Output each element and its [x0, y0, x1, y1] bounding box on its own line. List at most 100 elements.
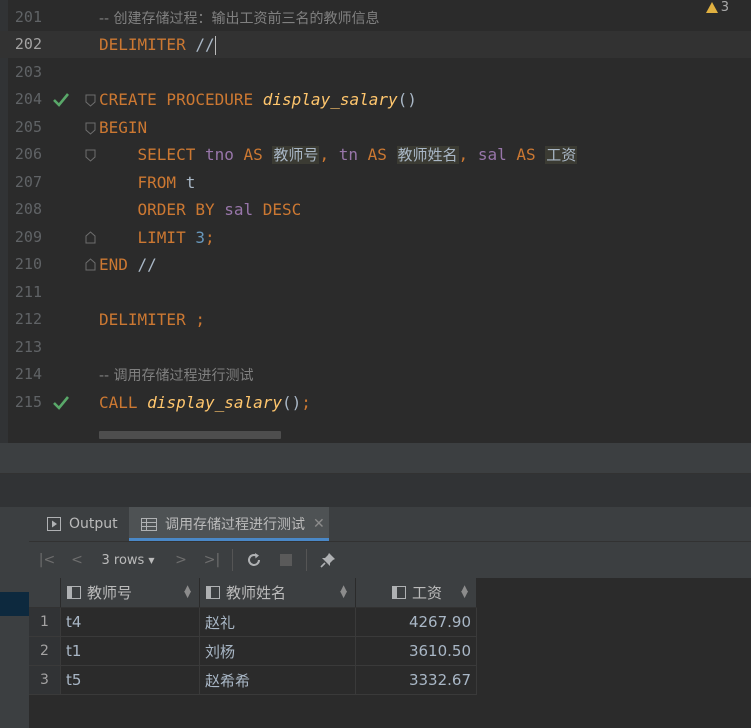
cell-tno[interactable]: t5: [60, 665, 200, 695]
sql-comment: -- 调用存储过程进行测试: [99, 368, 254, 384]
code-line[interactable]: 205 BEGIN: [0, 114, 751, 141]
tab-result[interactable]: 调用存储过程进行测试 ✕: [129, 507, 329, 541]
code-line-current[interactable]: 202 DELIMITER //: [0, 31, 751, 58]
checkmark-icon[interactable]: [52, 389, 70, 416]
toolbar-separator: [232, 549, 233, 571]
last-page-icon[interactable]: >|: [201, 542, 223, 578]
results-toolbar: |< < 3 rows ▼ > >|: [29, 542, 751, 578]
sql-text: t: [176, 173, 196, 192]
sql-text: (): [397, 90, 417, 109]
line-number: 204: [14, 90, 42, 108]
sql-column: tn: [338, 145, 358, 164]
sort-icon[interactable]: ▲ ▼: [184, 585, 191, 600]
code-line[interactable]: 204 CREATE PROCEDURE display_salary(): [0, 86, 751, 113]
table-row[interactable]: 3 t5 赵希希 3332.67: [29, 665, 477, 695]
stop-icon[interactable]: [275, 542, 297, 578]
code-text: SELECT tno AS 教师号, tn AS 教师姓名, sal AS 工资: [99, 141, 578, 169]
rows-count-label: 3 rows: [101, 552, 145, 568]
fold-icon[interactable]: [85, 251, 96, 278]
tab-output[interactable]: Output: [29, 507, 129, 541]
sql-keyword: AS: [367, 145, 387, 164]
code-line[interactable]: 207 FROM t: [0, 169, 751, 196]
column-header-tno[interactable]: 教师号 ▲ ▼: [60, 578, 200, 608]
cell-tn[interactable]: 刘杨: [199, 636, 356, 666]
sql-punct: ;: [185, 310, 205, 329]
column-header-tn[interactable]: 教师姓名 ▲ ▼: [199, 578, 356, 608]
line-number: 205: [14, 118, 42, 136]
code-text: BEGIN: [99, 114, 147, 141]
sql-keyword: LIMIT: [137, 228, 186, 247]
code-text: CALL display_salary();: [99, 389, 311, 416]
sql-column: sal: [224, 200, 254, 219]
line-number: 211: [14, 283, 42, 301]
horizontal-scrollbar[interactable]: [99, 431, 281, 439]
column-header-sal[interactable]: 工资 ▲ ▼: [355, 578, 477, 608]
code-line[interactable]: 214 -- 调用存储过程进行测试: [0, 361, 751, 388]
line-number: 203: [14, 63, 42, 81]
next-page-icon[interactable]: >: [171, 542, 191, 578]
table-row[interactable]: 2 t1 刘杨 3610.50: [29, 636, 477, 666]
column-alias: 工资: [545, 146, 578, 164]
tree-selected-row[interactable]: [0, 592, 29, 616]
code-text: FROM t: [99, 169, 196, 196]
refresh-icon[interactable]: [243, 542, 265, 578]
code-line[interactable]: 208 ORDER BY sal DESC: [0, 196, 751, 223]
row-number-header: [29, 578, 61, 608]
sql-text: //: [185, 35, 215, 54]
code-line[interactable]: 201 -- 创建存储过程：输出工资前三名的教师信息: [0, 4, 751, 31]
procedure-name: display_salary: [147, 393, 283, 412]
code-text: ORDER BY sal DESC: [99, 196, 302, 223]
cell-tn[interactable]: 赵礼: [199, 607, 356, 637]
table-row[interactable]: 1 t4 赵礼 4267.90: [29, 607, 477, 637]
panel-divider[interactable]: [0, 473, 751, 508]
rows-count-dropdown[interactable]: 3 rows ▼: [93, 542, 163, 578]
fold-icon[interactable]: [85, 114, 96, 141]
cell-tno[interactable]: t4: [60, 607, 200, 637]
fold-icon[interactable]: [85, 86, 96, 113]
code-line[interactable]: 211: [0, 279, 751, 306]
cell-sal[interactable]: 3332.67: [355, 665, 477, 695]
chevron-down-icon: ▼: [148, 555, 155, 565]
procedure-name: display_salary: [262, 90, 398, 109]
sort-icon[interactable]: ▲ ▼: [340, 585, 347, 600]
cell-tn[interactable]: 赵希希: [199, 665, 356, 695]
sql-column: sal: [477, 145, 507, 164]
sql-punct: ;: [301, 393, 311, 412]
column-icon: [67, 586, 81, 599]
column-header-label: 教师姓名: [226, 584, 287, 602]
sql-text: //: [127, 255, 157, 274]
code-editor[interactable]: 3 201 -- 创建存储过程：输出工资前三名的教师信息 202 DELIMIT…: [0, 0, 751, 443]
sql-comment: -- 创建存储过程：输出工资前三名的教师信息: [99, 11, 380, 27]
column-alias: 教师姓名: [396, 146, 459, 164]
fold-icon[interactable]: [85, 224, 96, 251]
close-icon[interactable]: ✕: [313, 516, 325, 532]
pin-icon[interactable]: [317, 542, 339, 578]
fold-icon[interactable]: [85, 141, 96, 168]
code-line[interactable]: 215 CALL display_salary();: [0, 389, 751, 416]
table-header-row: 教师号 ▲ ▼ 教师姓名 ▲ ▼ 工资 ▲ ▼: [29, 578, 477, 608]
column-alias: 教师号: [272, 146, 320, 164]
code-line[interactable]: 206 SELECT tno AS 教师号, tn AS 教师姓名, sal A…: [0, 141, 751, 168]
prev-page-icon[interactable]: <: [67, 542, 87, 578]
code-line[interactable]: 210 END //: [0, 251, 751, 278]
code-line[interactable]: 203: [0, 59, 751, 86]
services-tree[interactable]: [0, 507, 29, 728]
sql-keyword: FROM: [137, 173, 177, 192]
first-page-icon[interactable]: |<: [37, 542, 57, 578]
line-number: 212: [14, 310, 42, 328]
cell-tno[interactable]: t1: [60, 636, 200, 666]
results-table[interactable]: 教师号 ▲ ▼ 教师姓名 ▲ ▼ 工资 ▲ ▼ 1 t4 赵礼 4267.90 2 t…: [29, 578, 477, 695]
sql-keyword: AS: [516, 145, 536, 164]
column-header-label: 教师号: [87, 584, 133, 602]
sort-icon[interactable]: ▲ ▼: [461, 585, 468, 600]
sql-keyword: DESC: [262, 200, 302, 219]
sql-keyword: DELIMITER: [99, 310, 186, 329]
checkmark-icon[interactable]: [52, 86, 70, 113]
cell-sal[interactable]: 4267.90: [355, 607, 477, 637]
code-line[interactable]: 213: [0, 334, 751, 361]
results-tab-bar: Output 调用存储过程进行测试 ✕: [29, 507, 751, 542]
code-line[interactable]: 212 DELIMITER ;: [0, 306, 751, 333]
code-text: DELIMITER //: [99, 31, 216, 58]
cell-sal[interactable]: 3610.50: [355, 636, 477, 666]
code-line[interactable]: 209 LIMIT 3;: [0, 224, 751, 251]
